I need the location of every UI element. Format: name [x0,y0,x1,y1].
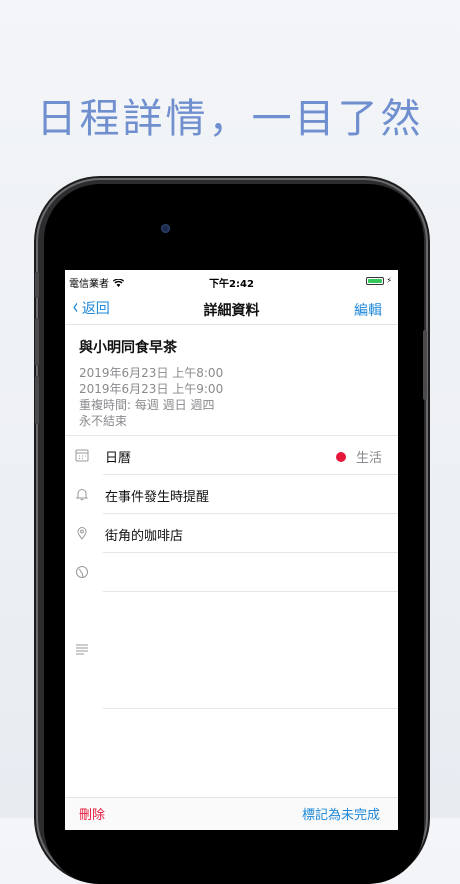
timezone-row[interactable] [76,553,398,592]
calendar-row[interactable]: 日曆 生活 [75,436,398,475]
calendar-name: 生活 [355,451,382,466]
notes-row[interactable] [76,592,398,709]
calendar-label: 日曆 [105,451,132,466]
event-end-time: 2019年6月23日 上午9:00 [79,382,224,396]
battery-indicator: ⚡ [366,276,392,285]
bottom-toolbar: 刪除 標記為未完成 [65,797,398,830]
charging-bolt-icon: ⚡ [386,276,392,285]
front-camera [161,224,170,233]
status-time: 下午2:42 [209,279,254,290]
volume-down-button [35,376,39,424]
alert-label: 在事件發生時提醒 [105,490,210,505]
phone-screen: 電信業者 下午2:42 ⚡ ‹ 返回 詳細資料 編輯 與小明同食早茶 2019年… [65,270,398,830]
calendar-color-dot [335,451,346,462]
event-start-time: 2019年6月23日 上午8:00 [79,366,224,380]
event-end-repeat: 永不結束 [79,414,128,428]
edit-button[interactable]: 編輯 [354,300,382,320]
power-button [423,330,427,400]
event-summary: 與小明同食早茶 2019年6月23日 上午8:00 2019年6月23日 上午9… [65,325,398,436]
mute-switch [35,272,39,298]
location-label: 街角的咖啡店 [105,529,184,544]
navigation-bar: ‹ 返回 詳細資料 編輯 [65,292,398,325]
event-title: 與小明同食早茶 [79,340,177,356]
alert-row[interactable]: 在事件發生時提醒 [75,475,398,514]
status-bar: 電信業者 下午2:42 ⚡ [65,270,398,292]
location-pin-icon [77,527,87,540]
promo-headline: 日程詳情，一目了然 [36,96,424,142]
page-title: 詳細資料 [203,303,260,319]
location-row[interactable]: 街角的咖啡店 [77,514,398,553]
calendar-icon [75,449,89,462]
mark-incomplete-button[interactable]: 標記為未完成 [302,804,380,823]
volume-up-button [35,318,39,366]
bell-icon [75,489,89,501]
calendar-value: 生活 [335,447,382,466]
notes-icon [76,644,88,655]
battery-icon [366,276,385,285]
globe-icon [76,566,88,578]
delete-button[interactable]: 刪除 [79,804,105,823]
event-repeat: 重複時間: 每週 週日 週四 [79,398,215,412]
